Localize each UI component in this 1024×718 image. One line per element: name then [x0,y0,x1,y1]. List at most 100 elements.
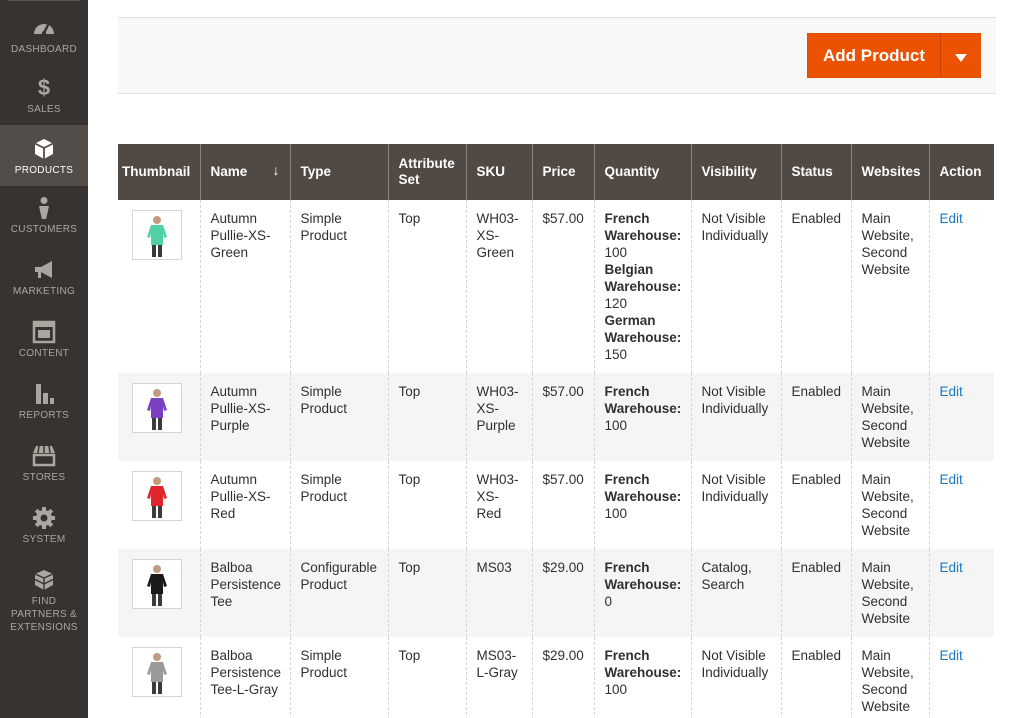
status-cell: Enabled [780,461,851,549]
add-product-dropdown-toggle[interactable] [940,33,981,78]
visibility-cell: Catalog, Search [690,549,781,637]
visibility-cell: Not Visible Individually [690,373,781,461]
quantity-cell: French Warehouse: 0 [593,549,691,637]
sidebar-item-customers[interactable]: CUSTOMERS [0,196,88,244]
megaphone-icon [0,258,88,282]
blocks-icon [0,568,88,592]
status-cell: Enabled [780,637,851,718]
add-product-button[interactable]: Add Product [807,33,941,78]
attribute-set-cell: Top [387,637,466,718]
quantity-cell: French Warehouse: 100 Belgian Warehouse: 12… [593,200,691,373]
status-cell: Enabled [780,549,851,637]
column-header-quantity[interactable]: Quantity [593,144,691,200]
caret-down-icon [955,54,967,62]
column-header-action: Action [928,144,994,200]
status-cell: Enabled [780,200,851,373]
shirt-photo-icon [147,565,167,606]
warehouse-qty: 150 [604,347,628,362]
websites-cell: Main Website, Second Website [850,461,929,549]
shirt-photo-icon [147,477,167,518]
column-header-sku[interactable]: SKU [465,144,532,200]
product-name-cell: Autumn Pullie-XS-Purple [199,373,290,461]
sidebar-item-system[interactable]: SYSTEM [0,506,88,554]
sidebar-item-label: SYSTEM [22,534,66,545]
sidebar-item-label: DASHBOARD [10,44,78,55]
product-thumbnail[interactable] [132,383,182,433]
warehouse-qty: 120 [604,296,628,311]
sidebar-item-find-partners[interactable]: FIND PARTNERS & EXTENSIONS [0,568,88,633]
column-header-name[interactable]: Name ↓ [199,144,290,200]
quantity-cell: French Warehouse: 100 [593,461,691,549]
sidebar-item-stores[interactable]: STORES [0,444,88,492]
attribute-set-cell: Top [387,549,466,637]
sidebar-item-label: STORES [22,472,66,483]
edit-link[interactable]: Edit [940,560,963,575]
thumbnail-cell [118,549,200,637]
sku-cell: MS03 [465,549,532,637]
action-cell: Edit [928,549,994,637]
sku-cell: WH03-XS-Purple [465,373,532,461]
warehouse-name: Belgian Warehouse: [604,262,682,294]
sidebar-item-dashboard[interactable]: DASHBOARD [0,16,88,64]
storefront-icon [0,444,88,468]
warehouse-qty: 0 [604,594,613,609]
table-row[interactable]: Autumn Pullie-XS-Red Simple Product Top WH0… [118,461,994,549]
warehouse-name: French Warehouse: [604,648,682,680]
column-header-status[interactable]: Status [780,144,851,200]
thumbnail-cell [118,200,200,373]
price-cell: $57.00 [531,461,594,549]
thumbnail-cell [118,637,200,718]
column-header-label: Name [210,164,248,179]
quantity-cell: French Warehouse: 100 [593,373,691,461]
column-header-visibility[interactable]: Visibility [690,144,781,200]
sidebar-item-label: FIND PARTNERS & EXTENSIONS [10,596,78,633]
product-name-cell: Balboa Persistence Tee-L-Gray [199,637,290,718]
product-name-cell: Balboa Persistence Tee [199,549,290,637]
edit-link[interactable]: Edit [940,472,963,487]
action-cell: Edit [928,637,994,718]
sidebar-item-label: CONTENT [18,348,70,359]
shirt-photo-icon [147,216,167,257]
product-thumbnail[interactable] [132,647,182,697]
sidebar-item-label: PRODUCTS [14,165,74,176]
sidebar-item-products[interactable]: PRODUCTS [0,125,88,186]
table-row[interactable]: Balboa Persistence Tee-L-Gray Simple Prod… [118,637,994,718]
action-cell: Edit [928,200,994,373]
warehouse-name: German Warehouse: [604,313,682,345]
product-type-cell: Simple Product [289,637,388,718]
product-thumbnail[interactable] [132,210,182,260]
column-header-thumbnail[interactable]: Thumbnail [118,144,200,200]
sidebar-item-marketing[interactable]: MARKETING [0,258,88,306]
product-thumbnail[interactable] [132,471,182,521]
edit-link[interactable]: Edit [940,648,963,663]
column-header-websites[interactable]: Websites [850,144,929,200]
warehouse-qty: 100 [604,682,628,697]
dashboard-icon [0,16,88,40]
bar-chart-icon [0,382,88,406]
sidebar-item-reports[interactable]: REPORTS [0,382,88,430]
table-row[interactable]: Balboa Persistence Tee Configurable Produ… [118,549,994,637]
visibility-cell: Not Visible Individually [690,637,781,718]
column-header-price[interactable]: Price [531,144,594,200]
action-cell: Edit [928,373,994,461]
warehouse-qty: 100 [604,506,628,521]
product-thumbnail[interactable] [132,559,182,609]
sku-cell: WH03-XS-Green [465,200,532,373]
edit-link[interactable]: Edit [940,384,963,399]
product-grid: Thumbnail Name ↓ Type Attribute Set SKU … [118,144,994,718]
table-row[interactable]: Autumn Pullie-XS-Purple Simple Product Top… [118,373,994,461]
column-header-type[interactable]: Type [289,144,388,200]
sidebar-item-content[interactable]: CONTENT [0,320,88,368]
price-cell: $29.00 [531,637,594,718]
websites-cell: Main Website, Second Website [850,373,929,461]
attribute-set-cell: Top [387,461,466,549]
warehouse-name: French Warehouse: [604,560,682,592]
sidebar-item-sales[interactable]: $ SALES [0,76,88,124]
edit-link[interactable]: Edit [940,211,963,226]
column-header-attribute-set[interactable]: Attribute Set [387,144,466,200]
product-type-cell: Simple Product [289,200,388,373]
warehouse-qty: 100 [604,418,628,433]
shirt-photo-icon [147,389,167,430]
websites-cell: Main Website, Second Website [850,637,929,718]
table-row[interactable]: Autumn Pullie-XS-Green Simple Product Top W… [118,200,994,373]
